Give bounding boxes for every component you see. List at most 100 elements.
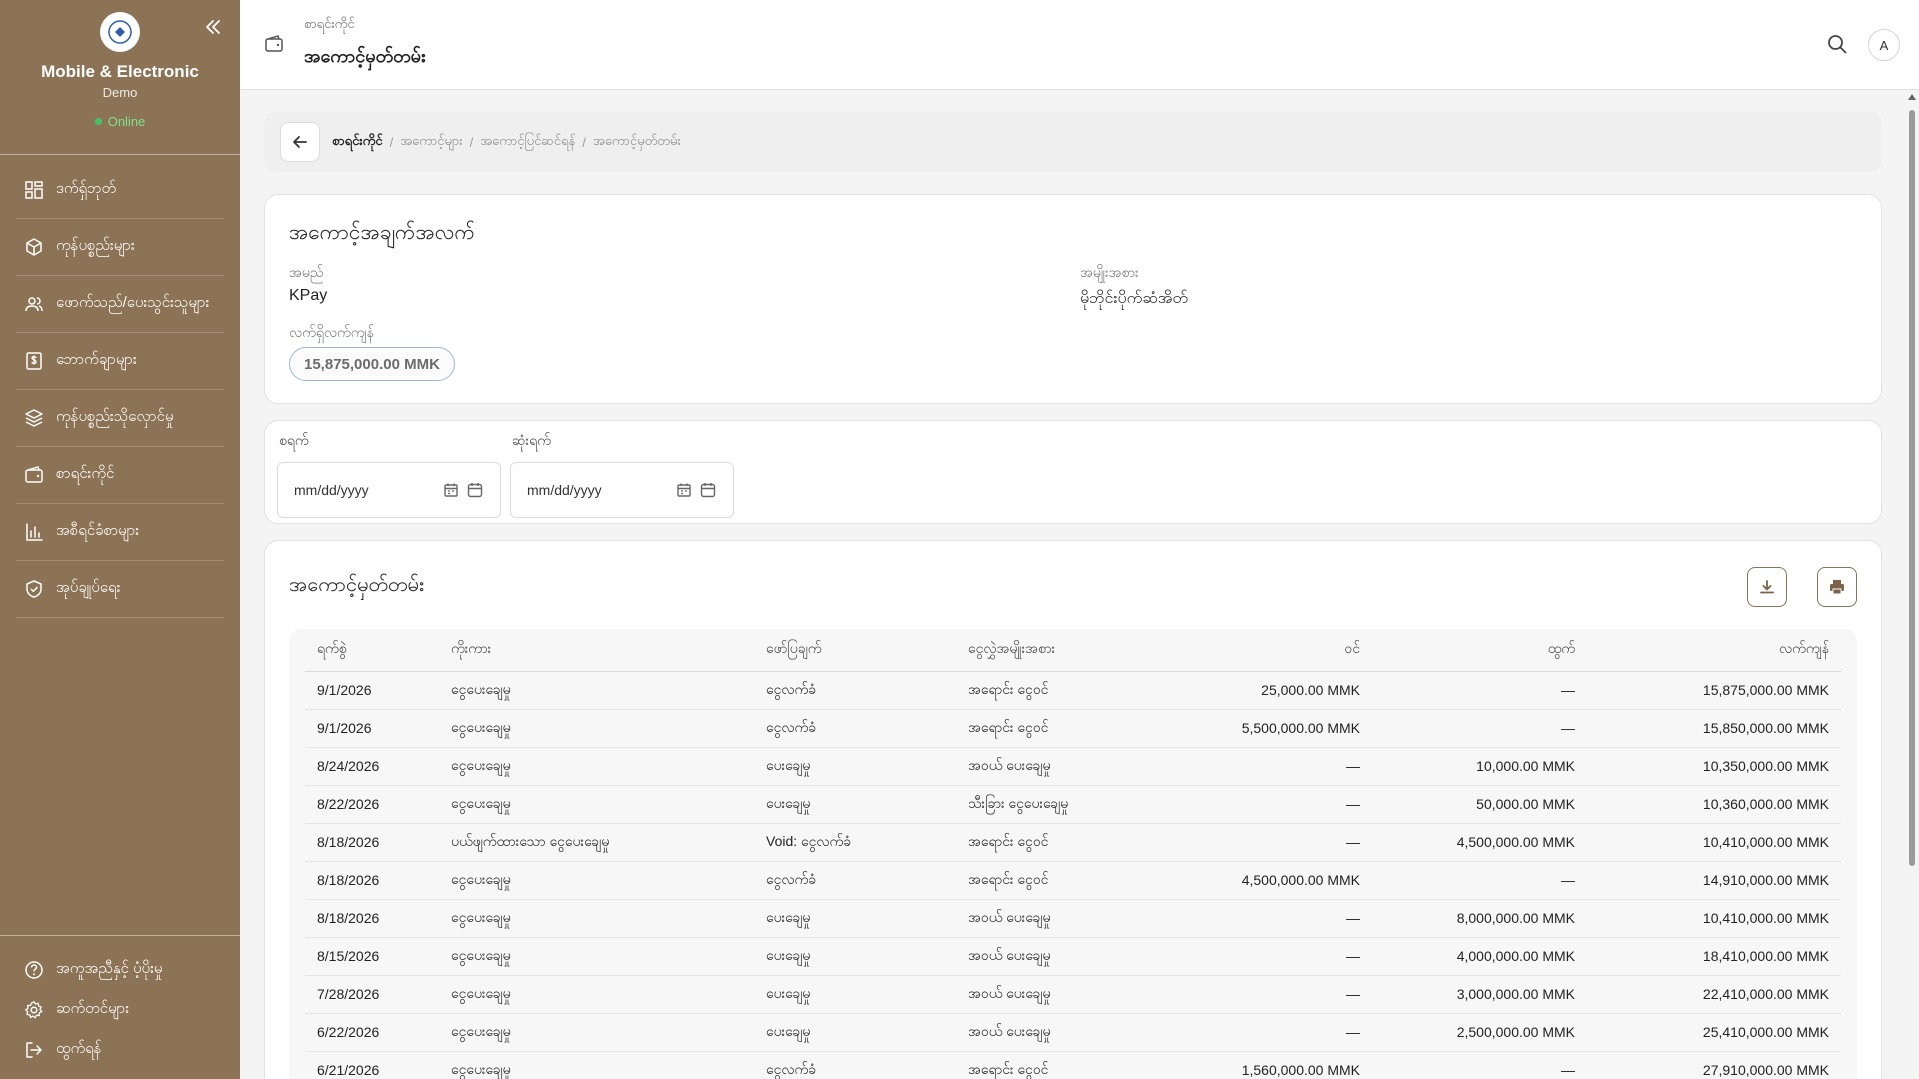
cell-out: 50,000.00 MMK (1372, 785, 1587, 824)
start-date-label: စရက် (279, 432, 309, 448)
cell-type: အရောင်း ငွေဝင် (956, 671, 1172, 710)
table-row[interactable]: 8/18/2026 ပယ်ဖျက်ထားသော ငွေပေးချေမှု Void:… (305, 823, 1841, 862)
sidebar-item-label: အစီရင်ခံစာများ (56, 522, 140, 539)
sidebar-item-inventory[interactable]: ကုန်ပစ္စည်းသိုလှောင်မှု (16, 390, 224, 447)
dashboard-icon (25, 181, 43, 199)
cell-date: 7/28/2026 (305, 975, 439, 1014)
cell-reference: ငွေပေးချေမှု (439, 975, 754, 1014)
cell-description: ငွေလက်ခံ (754, 671, 956, 710)
cell-date: 9/1/2026 (305, 709, 439, 748)
company-plan: Demo (102, 85, 138, 100)
avatar[interactable]: A (1868, 29, 1900, 61)
page-section: စာရင်းကိုင် (304, 16, 355, 31)
page-scrollbar[interactable] (1905, 90, 1919, 1079)
online-status: Online (0, 114, 240, 129)
cell-in: — (1172, 975, 1372, 1014)
column-header-description[interactable]: ဖော်ပြချက် (754, 629, 956, 672)
ledger-table: ရက်စွဲ ကိုးကား ဖော်ပြချက် ငွေလွှဲအမျိုးအ… (305, 629, 1841, 1079)
cell-in: 4,500,000.00 MMK (1172, 861, 1372, 900)
cell-description: Void: ငွေလက်ခံ (754, 823, 956, 862)
sidebar-item-admin[interactable]: အုပ်ချုပ်ရေး (16, 561, 224, 618)
cell-balance: 15,875,000.00 MMK (1587, 671, 1841, 710)
cell-type: အဝယ် ပေးချေမှု (956, 1013, 1172, 1052)
breadcrumb-current: အကောင့်မှတ်တမ်း (592, 132, 681, 148)
cell-type: အဝယ် ပေးချေမှု (956, 747, 1172, 786)
sidebar-item-accounting[interactable]: စာရင်းကိုင် (16, 447, 224, 504)
cell-balance: 18,410,000.00 MMK (1587, 937, 1841, 976)
column-header-in[interactable]: ဝင် (1172, 629, 1372, 672)
sidebar-item-settings[interactable]: ဆက်တင်များ (0, 990, 240, 1030)
breadcrumb-item[interactable]: အကောင့်ပြင်ဆင်ရန် (480, 133, 575, 152)
table-row[interactable]: 8/24/2026 ငွေပေးချေမှု ပေးချေမှု အဝယ် ပေးချ… (305, 747, 1841, 786)
cell-description: ငွေလက်ခံ (754, 861, 956, 900)
cell-out: 10,000.00 MMK (1372, 747, 1587, 786)
bar-chart-icon (26, 523, 43, 541)
sidebar-item-vouchers[interactable]: ဘောက်ချာများ (16, 333, 224, 390)
cell-description: ပေးချေမှု (754, 785, 956, 824)
collapse-sidebar-button[interactable] (202, 16, 224, 38)
table-row[interactable]: 6/22/2026 ငွေပေးချေမှု ပေးချေမှု အဝယ် ပေးချ… (305, 1013, 1841, 1052)
search-icon[interactable] (1825, 32, 1849, 56)
table-row[interactable]: 8/18/2026 ငွေပေးချေမှု ငွေလက်ခံ အရောင်း ငွေ… (305, 861, 1841, 900)
calendar-icon[interactable] (442, 481, 460, 499)
sidebar-item-reports[interactable]: အစီရင်ခံစာများ (16, 504, 224, 561)
calendar-icon[interactable] (675, 481, 693, 499)
scrollbar-thumb[interactable] (1909, 110, 1915, 866)
column-header-balance[interactable]: လက်ကျန် (1587, 629, 1841, 672)
wallet-icon (265, 35, 283, 52)
cell-balance: 10,410,000.00 MMK (1587, 899, 1841, 938)
account-info-heading: အကောင့်အချက်အလက် (289, 221, 475, 244)
sidebar-item-contacts[interactable]: ဖောက်သည်/ပေးသွင်းသူများ (16, 276, 224, 333)
cell-reference: ငွေပေးချေမှု (439, 709, 754, 748)
sidebar-nav: ဒက်ရှ်ဘုတ် ကုန်ပစ္စည်းများ ဖောက်သည်/ပေးသ… (0, 162, 240, 618)
table-row[interactable]: 8/15/2026 ငွေပေးချေမှု ပေးချေမှု အဝယ် ပေးချ… (305, 937, 1841, 976)
sidebar-item-products[interactable]: ကုန်ပစ္စည်းများ (16, 219, 224, 276)
cell-in: — (1172, 747, 1372, 786)
cell-out: — (1372, 1051, 1587, 1079)
cell-type: အရောင်း ငွေဝင် (956, 709, 1172, 748)
sidebar-item-logout[interactable]: ထွက်ရန် (0, 1030, 240, 1070)
column-header-date[interactable]: ရက်စွဲ (305, 629, 439, 672)
column-header-out[interactable]: ထွက် (1372, 629, 1587, 672)
print-button[interactable] (1817, 567, 1857, 607)
sidebar-item-help[interactable]: အကူအညီနှင့် ပံ့ပိုးမှု (0, 950, 240, 990)
scroll-up-arrow[interactable] (1908, 94, 1916, 100)
breadcrumb-item[interactable]: အကောင့်များ (400, 133, 462, 152)
cell-type: အရောင်း ငွေဝင် (956, 823, 1172, 862)
sidebar-item-label: ဖောက်သည်/ပေးသွင်းသူများ (56, 294, 210, 311)
table-row[interactable]: 7/28/2026 ငွေပေးချေမှု ပေးချေမှု အဝယ် ပေးချ… (305, 975, 1841, 1014)
column-header-transaction-type[interactable]: ငွေလွှဲအမျိုးအစား (956, 629, 1172, 672)
calendar-icon[interactable] (699, 481, 717, 499)
end-date-input[interactable]: mm/dd/yyyy (510, 462, 734, 518)
table-row[interactable]: 8/22/2026 ငွေပေးချေမှု ပေးချေမှု သီးခြား ငွ… (305, 785, 1841, 824)
logo-icon (108, 20, 132, 44)
company-logo[interactable] (100, 12, 140, 52)
ledger-card: အကောင့်မှတ်တမ်း ရက်စွဲ ကိုးကား ဖော်ပြချက… (264, 540, 1882, 1079)
export-button[interactable] (1747, 567, 1787, 607)
table-row[interactable]: 8/18/2026 ငွေပေးချေမှု ပေးချေမှု အဝယ် ပေးချ… (305, 899, 1841, 938)
table-row[interactable]: 6/21/2026 ငွေပေးချေမှု ငွေလက်ခံ အရောင်း ငွေ… (305, 1051, 1841, 1079)
sidebar-item-dashboard[interactable]: ဒက်ရှ်ဘုတ် (16, 162, 224, 219)
sidebar-item-label: အုပ်ချုပ်ရေး (56, 579, 121, 596)
column-header-reference[interactable]: ကိုးကား (439, 629, 754, 672)
cell-in: — (1172, 937, 1372, 976)
box-icon (26, 238, 42, 256)
sidebar-item-label: အကူအညီနှင့် ပံ့ပိုးမှု (56, 960, 163, 977)
logout-icon (26, 1042, 42, 1058)
cell-description: ပေးချေမှု (754, 937, 956, 976)
calendar-icon[interactable] (466, 481, 484, 499)
help-icon (25, 961, 43, 979)
breadcrumb-item[interactable]: စာရင်းကိုင် (332, 133, 383, 152)
gear-icon (25, 1001, 43, 1019)
status-dot (94, 118, 102, 125)
back-button[interactable] (280, 122, 320, 162)
ledger-heading: အကောင့်မှတ်တမ်း (289, 574, 424, 596)
table-row[interactable]: 9/1/2026 ငွေပေးချေမှု ငွေလက်ခံ အရောင်း ငွေဝ… (305, 671, 1841, 710)
table-row[interactable]: 9/1/2026 ငွေပေးချေမှု ငွေလက်ခံ အရောင်း ငွေဝ… (305, 709, 1841, 748)
sidebar-item-label: ဒက်ရှ်ဘုတ် (56, 180, 117, 197)
cell-balance: 10,360,000.00 MMK (1587, 785, 1841, 824)
account-type-label: အမျိုးအစား (1080, 264, 1139, 280)
cell-date: 8/24/2026 (305, 747, 439, 786)
cell-reference: ငွေပေးချေမှု (439, 1051, 754, 1079)
start-date-input[interactable]: mm/dd/yyyy (277, 462, 501, 518)
